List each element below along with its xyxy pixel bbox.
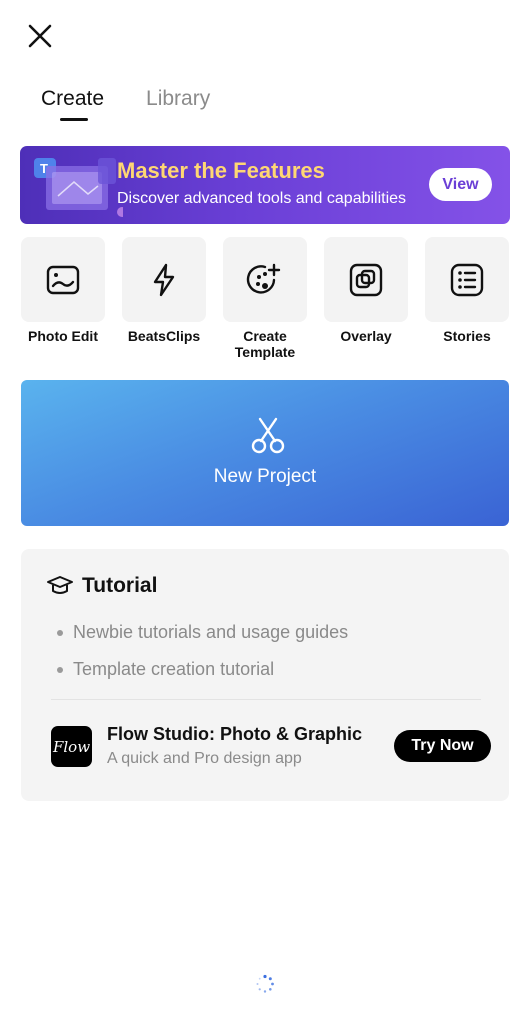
tutorial-item-label: Template creation tutorial [73,659,275,679]
tab-library-label: Library [146,87,211,110]
graduation-cap-icon [47,576,73,594]
bullet-dot [57,629,63,636]
features-banner[interactable]: T Master the Features Discover advanced … [20,146,510,224]
tool-beatsclips-label: BeatsClips [127,328,201,344]
tool-photo-edit-label: Photo Edit [28,328,98,344]
palette-plus-icon [246,263,281,294]
tool-stories-tile [425,237,509,322]
tutorial-item-template[interactable]: Template creation tutorial [57,659,274,680]
tutorial-header[interactable]: Tutorial [46,574,157,598]
tool-create-template[interactable]: Create Template [222,237,308,360]
tool-create-template-label: Create Template [234,328,296,360]
tool-overlay-tile [324,237,408,322]
tab-library[interactable]: Library [146,84,210,124]
bullet-dot [57,666,63,673]
tool-overlay-label: Overlay [340,328,392,344]
divider [51,699,481,700]
flow-app-logo: Flow [51,726,92,767]
tool-stories-label: Stories [443,328,491,344]
promo-app-row: Flow Flow Studio: Photo & Graphic A quic… [51,719,491,779]
feature-illustration-icon: T [34,158,123,217]
list-icon [450,263,484,296]
new-project-label: New Project [213,466,317,487]
overlay-squares-icon [349,263,383,296]
tool-create-template-tile [223,237,307,322]
lightning-icon [153,263,175,296]
new-project-button[interactable]: New Project [21,380,509,526]
banner-view-button[interactable]: View [429,168,492,201]
tab-create[interactable]: Create [41,84,104,124]
promo-app-description: A quick and Pro design app [107,750,302,767]
try-now-button[interactable]: Try Now [394,730,491,762]
tool-overlay[interactable]: Overlay [323,237,409,344]
scissors-icon [251,417,285,454]
tool-stories[interactable]: Stories [424,237,510,344]
tutorial-item-newbie[interactable]: Newbie tutorials and usage guides [57,622,348,643]
tool-photo-edit-tile [21,237,105,322]
tab-bar: Create Library [41,84,210,124]
promo-app-name: Flow Studio: Photo & Graphic [107,724,362,744]
photo-frame-icon [46,265,80,294]
close-icon [28,24,52,48]
tool-beatsclips-tile [122,237,206,322]
tutorial-item-label: Newbie tutorials and usage guides [73,622,349,642]
active-tab-indicator [60,118,88,121]
close-button[interactable] [22,18,58,54]
tutorial-title: Tutorial [82,574,158,597]
tab-create-label: Create [41,87,105,110]
tool-beatsclips[interactable]: BeatsClips [121,237,207,344]
banner-subtitle: Discover advanced tools and capabilities [117,190,407,207]
tool-photo-edit[interactable]: Photo Edit [20,237,106,344]
quick-tools: Photo Edit BeatsClips Create Template Ov… [20,237,510,365]
banner-title: Master the Features [117,158,325,183]
tutorial-card: Tutorial Newbie tutorials and usage guid… [21,549,509,801]
loading-spinner-icon [256,974,274,993]
